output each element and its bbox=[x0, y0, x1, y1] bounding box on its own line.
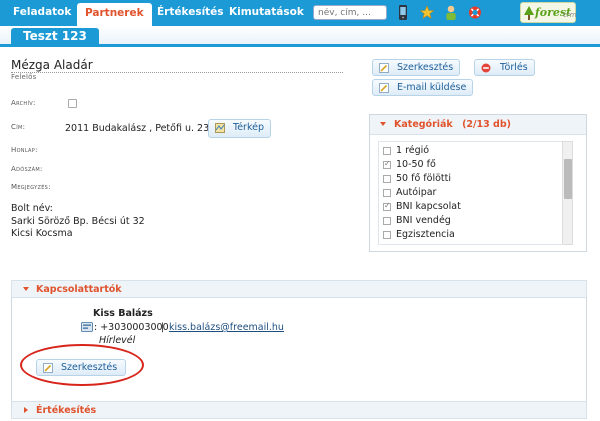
sales-section-header[interactable]: Értékesítés bbox=[11, 401, 587, 419]
categories-scrollbar[interactable] bbox=[562, 141, 573, 245]
map-button[interactable]: Térkép bbox=[208, 119, 271, 138]
partner-name: Mézga Aladár bbox=[11, 58, 93, 72]
bolt-line-2: Kicsi Kocsma bbox=[11, 228, 73, 239]
archiv-label: Archív: bbox=[11, 99, 36, 107]
adoszam-label: Adószám: bbox=[11, 165, 43, 173]
search-input[interactable] bbox=[313, 5, 387, 20]
categories-header[interactable]: Kategóriák (2/13 db) bbox=[370, 115, 586, 135]
nav-partnerek[interactable]: Partnerek bbox=[77, 3, 152, 26]
categories-list: 1 régió 10-50 fő 50 fő fölötti Autóipar … bbox=[378, 141, 564, 245]
send-email-button[interactable]: E-mail küldése bbox=[372, 79, 474, 96]
category-checkbox[interactable] bbox=[383, 147, 391, 155]
categories-count: (2/13 db) bbox=[462, 119, 511, 130]
name-underline bbox=[11, 72, 343, 73]
category-label: 10-50 fő bbox=[396, 159, 436, 170]
highlight-circle bbox=[20, 344, 144, 386]
category-checkbox[interactable] bbox=[383, 201, 391, 211]
user-icon[interactable] bbox=[444, 4, 458, 21]
mobile-phone-icon[interactable] bbox=[396, 4, 410, 21]
category-label: 1 régió bbox=[396, 145, 430, 156]
delete-button-label: Törlés bbox=[500, 62, 528, 73]
sales-title: Értékesítés bbox=[36, 405, 97, 416]
collapse-arrow-icon bbox=[380, 122, 386, 126]
category-checkbox[interactable] bbox=[383, 189, 391, 197]
contact-separator: | bbox=[161, 322, 165, 333]
contact-phone: : +3030003000 bbox=[94, 322, 169, 333]
category-label: 50 fő fölötti bbox=[396, 173, 451, 184]
page-tab-partner[interactable]: Teszt 123 bbox=[11, 28, 99, 47]
contact-name: Kiss Balázs bbox=[93, 308, 153, 319]
categories-title: Kategóriák bbox=[394, 119, 453, 130]
map-icon bbox=[215, 123, 225, 133]
delete-button[interactable]: Törlés bbox=[474, 59, 535, 76]
nav-feladatok[interactable]: Feladatok bbox=[13, 6, 71, 18]
category-label: Egzisztencia bbox=[396, 229, 455, 240]
phone-card-icon bbox=[81, 322, 93, 332]
email-icon bbox=[379, 83, 389, 93]
category-label: BNI vendég bbox=[396, 215, 451, 226]
contacts-title: Kapcsolattartók bbox=[36, 284, 122, 295]
collapse-arrow-icon bbox=[23, 287, 29, 291]
bolt-line-1: Sarki Söröző Bp. Bécsi út 32 bbox=[11, 216, 145, 227]
tree-logo-icon bbox=[524, 6, 534, 20]
help-lifebuoy-icon[interactable] bbox=[468, 4, 482, 21]
logo-sub: crm bbox=[563, 11, 577, 19]
category-checkbox[interactable] bbox=[383, 159, 391, 169]
delete-icon bbox=[481, 63, 491, 73]
address-value: 2011 Budakalász , Petőfi u. 23 bbox=[65, 123, 210, 134]
nav-kimutatasok[interactable]: Kimutatások bbox=[229, 6, 304, 18]
scrollbar-thumb[interactable] bbox=[564, 159, 572, 199]
forest-logo: forest crm bbox=[520, 2, 577, 23]
category-label: Autóipar bbox=[396, 187, 437, 198]
edit-button-label: Szerkesztés bbox=[397, 62, 454, 73]
expand-arrow-icon bbox=[24, 407, 28, 413]
cim-label: Cím: bbox=[11, 123, 26, 131]
archiv-checkbox[interactable] bbox=[68, 99, 77, 108]
map-button-label: Térkép bbox=[233, 122, 264, 133]
bolt-label: Bolt név: bbox=[11, 203, 53, 214]
nav-ertekesites[interactable]: Értékesítés bbox=[157, 6, 224, 18]
category-checkbox[interactable] bbox=[383, 231, 391, 239]
edit-icon bbox=[379, 63, 389, 73]
star-icon[interactable] bbox=[420, 4, 434, 21]
contact-email-link[interactable]: kiss.balázs@freemail.hu bbox=[169, 322, 284, 333]
top-navigation: Feladatok Partnerek Értékesítés Kimutatá… bbox=[0, 0, 600, 26]
category-checkbox[interactable] bbox=[383, 175, 391, 183]
edit-button[interactable]: Szerkesztés bbox=[372, 59, 461, 76]
categories-panel: Kategóriák (2/13 db) 1 régió 10-50 fő 50… bbox=[369, 114, 587, 252]
category-checkbox[interactable] bbox=[383, 217, 391, 225]
megjegyzes-label: Megjegyzés: bbox=[11, 183, 51, 191]
contacts-section-header[interactable]: Kapcsolattartók bbox=[11, 280, 587, 298]
honlap-label: Honlap: bbox=[11, 146, 38, 154]
category-label: BNI kapcsolat bbox=[396, 201, 461, 212]
felelos-label: Felelős bbox=[11, 73, 37, 81]
contact-newsletter: Hírlevél bbox=[99, 335, 136, 346]
send-email-label: E-mail küldése bbox=[397, 82, 467, 93]
